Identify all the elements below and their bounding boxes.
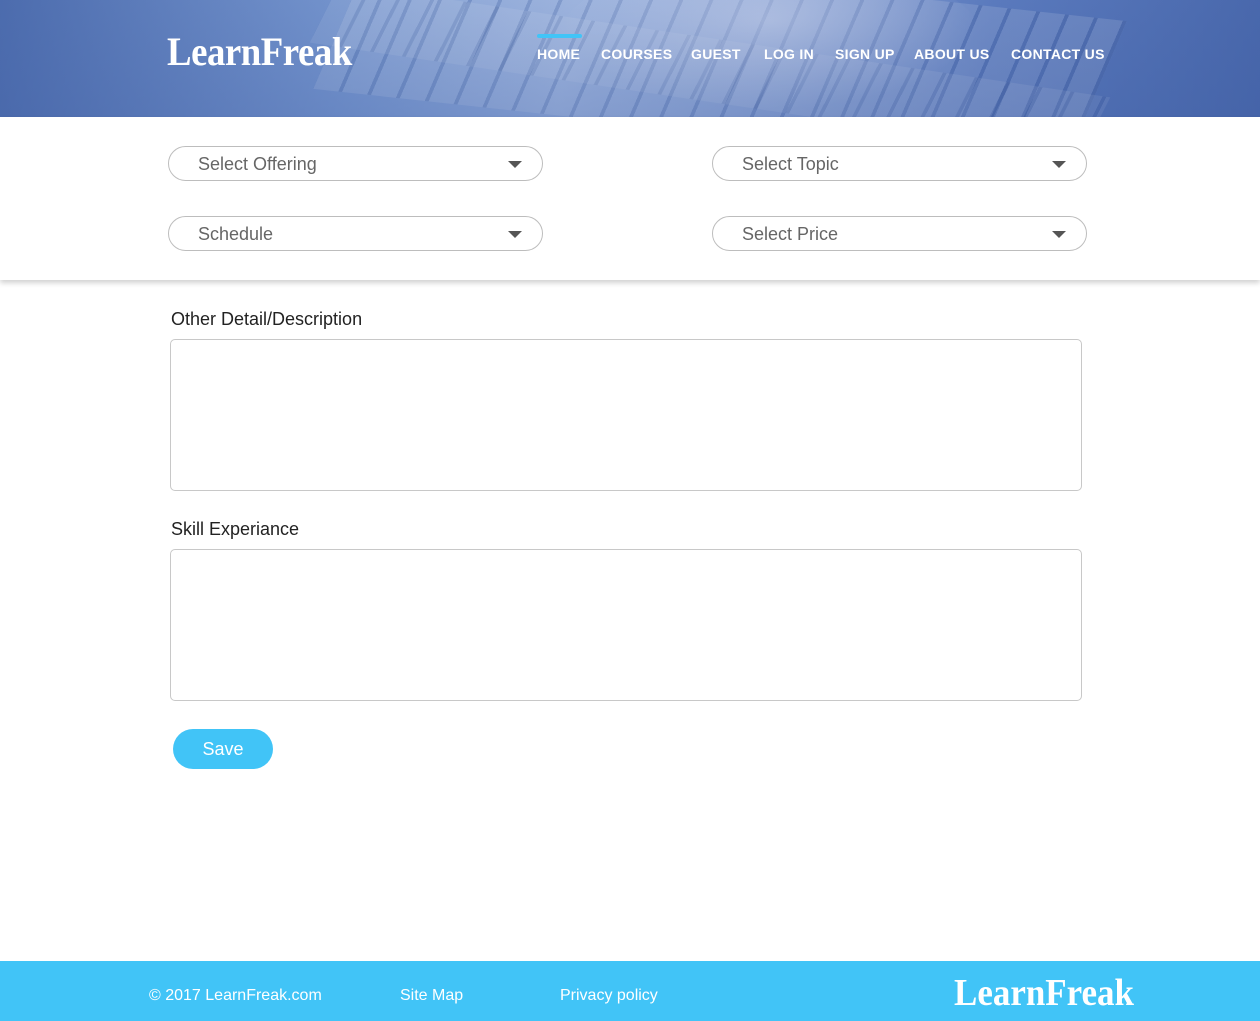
chevron-down-icon bbox=[1052, 161, 1066, 168]
select-price-dropdown[interactable]: Select Price bbox=[712, 216, 1087, 251]
nav-about-us[interactable]: ABOUT US bbox=[914, 46, 990, 62]
select-offering-dropdown[interactable]: Select Offering bbox=[168, 146, 543, 181]
skill-experience-label: Skill Experiance bbox=[171, 519, 300, 539]
nav-log-in[interactable]: LOG IN bbox=[764, 46, 814, 62]
privacy-policy-link[interactable]: Privacy policy bbox=[560, 987, 658, 1005]
select-offering-label: Select Offering bbox=[198, 154, 317, 174]
chevron-down-icon bbox=[508, 161, 522, 168]
select-topic-dropdown[interactable]: Select Topic bbox=[712, 146, 1087, 181]
nav-contact-us[interactable]: CONTACT US bbox=[1011, 46, 1105, 62]
footer: © 2017 LearnFreak.com Site Map Privacy p… bbox=[0, 961, 1260, 1021]
page: LearnFreak HOME COURSES GUEST LOG IN SIG… bbox=[0, 0, 1260, 1021]
site-map-link[interactable]: Site Map bbox=[400, 987, 463, 1005]
description-textarea[interactable] bbox=[170, 339, 1082, 491]
copyright-text: © 2017 LearnFreak.com bbox=[149, 987, 322, 1004]
chevron-down-icon bbox=[1052, 231, 1066, 238]
nav-courses[interactable]: COURSES bbox=[601, 46, 672, 62]
filter-panel: Select Offering Select Topic Schedule Se… bbox=[0, 117, 1260, 280]
select-price-label: Select Price bbox=[742, 224, 839, 244]
select-topic-label: Select Topic bbox=[742, 154, 839, 174]
header-banner: LearnFreak HOME COURSES GUEST LOG IN SIG… bbox=[0, 0, 1260, 117]
nav-home[interactable]: HOME bbox=[537, 46, 580, 62]
description-label: Other Detail/Description bbox=[171, 309, 363, 329]
nav-sign-up[interactable]: SIGN UP bbox=[835, 46, 895, 62]
chevron-down-icon bbox=[508, 231, 522, 238]
schedule-label: Schedule bbox=[198, 224, 274, 244]
save-button[interactable]: Save bbox=[173, 729, 273, 769]
nav-active-indicator bbox=[537, 34, 582, 38]
schedule-dropdown[interactable]: Schedule bbox=[168, 216, 543, 251]
footer-logo[interactable]: LearnFreak bbox=[954, 971, 1134, 1015]
nav-guest[interactable]: GUEST bbox=[691, 46, 741, 62]
site-logo[interactable]: LearnFreak bbox=[167, 28, 352, 75]
skill-experience-textarea[interactable] bbox=[170, 549, 1082, 701]
